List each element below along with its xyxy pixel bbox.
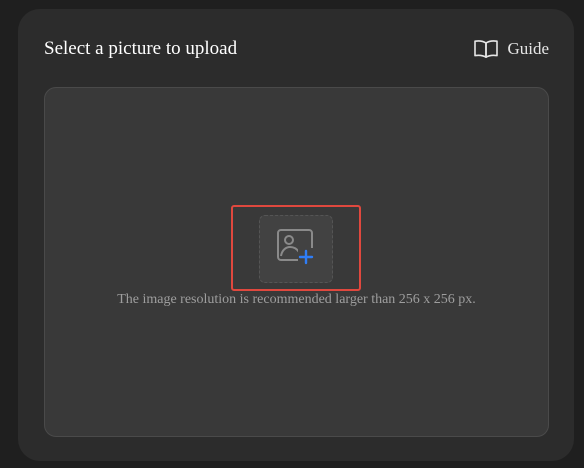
book-open-icon	[473, 39, 499, 59]
upload-image-button[interactable]	[259, 215, 333, 283]
guide-link[interactable]: Guide	[473, 37, 549, 61]
guide-label: Guide	[507, 39, 549, 58]
upload-dropzone[interactable]: The image resolution is recommended larg…	[44, 87, 549, 437]
resolution-hint: The image resolution is recommended larg…	[117, 292, 476, 307]
upload-panel: Select a picture to upload Guide The ima…	[18, 9, 574, 461]
page-title: Select a picture to upload	[44, 38, 238, 59]
image-add-icon	[276, 228, 316, 271]
